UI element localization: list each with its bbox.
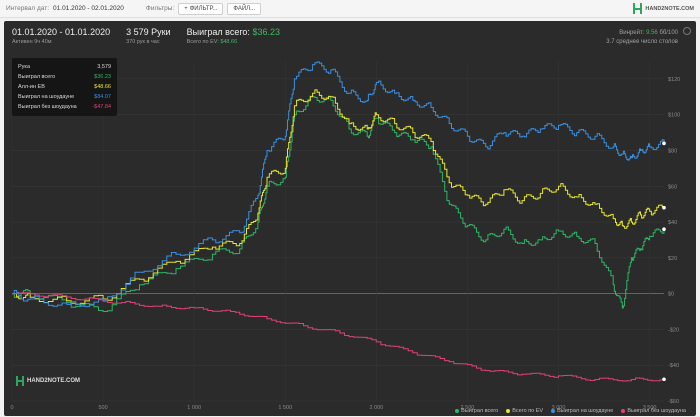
y-tick-label: $60 bbox=[668, 184, 677, 190]
filter-button[interactable]: + ФИЛЬТР... bbox=[178, 2, 224, 15]
chart-tooltip: Рука 3,579 Выиграл всего $36.23 Алл-ин EB $… bbox=[12, 58, 117, 116]
file-button[interactable]: ФАЙЛ... bbox=[227, 2, 262, 15]
tooltip-row: Выиграл на шоудауне $84.07 bbox=[18, 94, 111, 100]
interval-label: Интервал дат: bbox=[6, 5, 50, 12]
legend-item[interactable]: Выиграл всего bbox=[455, 408, 498, 414]
summary-stats: 01.01.2020 - 01.01.2020 Активен 9ч 40м 3… bbox=[12, 27, 280, 45]
toolbar: Интервал дат: 01.01.2020 - 02.01.2020 Фи… bbox=[0, 0, 700, 18]
legend-item[interactable]: Всего по EV bbox=[506, 408, 543, 414]
y-tick-label: $80 bbox=[668, 148, 677, 154]
watermark: HAND2NOTE.COM bbox=[16, 376, 80, 386]
hands-stat: 3 579 Руки 370 рук в час bbox=[126, 27, 171, 45]
date-stat: 01.01.2020 - 01.01.2020 Активен 9ч 40м bbox=[12, 27, 111, 45]
x-tick-label: 500 bbox=[98, 405, 107, 411]
y-tick-label: $40 bbox=[668, 220, 677, 226]
graph-panel: $120 $100 $80 $60 $40 $20 $0 -$20 -$40 -$60 0 500 1 … bbox=[4, 21, 696, 416]
y-tick-label: $0 bbox=[668, 292, 674, 298]
y-tick-label: -$60 bbox=[668, 399, 679, 405]
y-tick-label: -$20 bbox=[668, 327, 679, 333]
filters-label: Фильтры: bbox=[145, 5, 175, 12]
series-line bbox=[12, 89, 665, 305]
tooltip-row: Рука 3,579 bbox=[18, 64, 111, 70]
series-end-point bbox=[662, 227, 666, 232]
winrate-stat: Винрейт: 9.56 бб/100 3.7 среднее число с… bbox=[606, 30, 678, 45]
plus-icon: + bbox=[184, 5, 188, 12]
brand-logo: HAND2NOTE.COM bbox=[633, 3, 694, 14]
series-end-point bbox=[662, 205, 666, 210]
series-line bbox=[12, 292, 665, 382]
series-line bbox=[12, 95, 665, 312]
tooltip-row: Алл-ин EB $48.66 bbox=[18, 84, 111, 90]
tooltip-row: Выиграл всего $36.23 bbox=[18, 74, 111, 80]
x-tick-label: 1 000 bbox=[187, 405, 201, 411]
y-tick-label: $100 bbox=[668, 113, 680, 119]
y-tick-label: $120 bbox=[668, 77, 680, 83]
x-tick-label: 0 bbox=[10, 405, 13, 411]
series-end-point bbox=[662, 141, 666, 146]
chart-legend: Выиграл всего Всего по EV Выиграл на шоу… bbox=[455, 408, 686, 414]
x-tick-label: 2 000 bbox=[369, 405, 383, 411]
y-tick-label: $20 bbox=[668, 256, 677, 262]
legend-item[interactable]: Выиграл без шоудауна bbox=[621, 408, 686, 414]
settings-gear-icon[interactable] bbox=[683, 27, 691, 35]
won-stat: Выиграл всего: $36.23 Всего по EV: $48.6… bbox=[186, 27, 280, 45]
legend-item[interactable]: Выиграл на шоудауне bbox=[551, 408, 613, 414]
series-end-point bbox=[662, 377, 666, 382]
x-tick-label: 1 500 bbox=[278, 405, 292, 411]
h2n-logo-icon bbox=[16, 376, 24, 386]
h2n-logo-icon bbox=[633, 3, 643, 14]
y-tick-label: -$40 bbox=[668, 363, 679, 369]
tooltip-row: Выиграл без шоудауна -$47.84 bbox=[18, 104, 111, 110]
interval-value[interactable]: 01.01.2020 - 02.01.2020 bbox=[53, 5, 124, 12]
